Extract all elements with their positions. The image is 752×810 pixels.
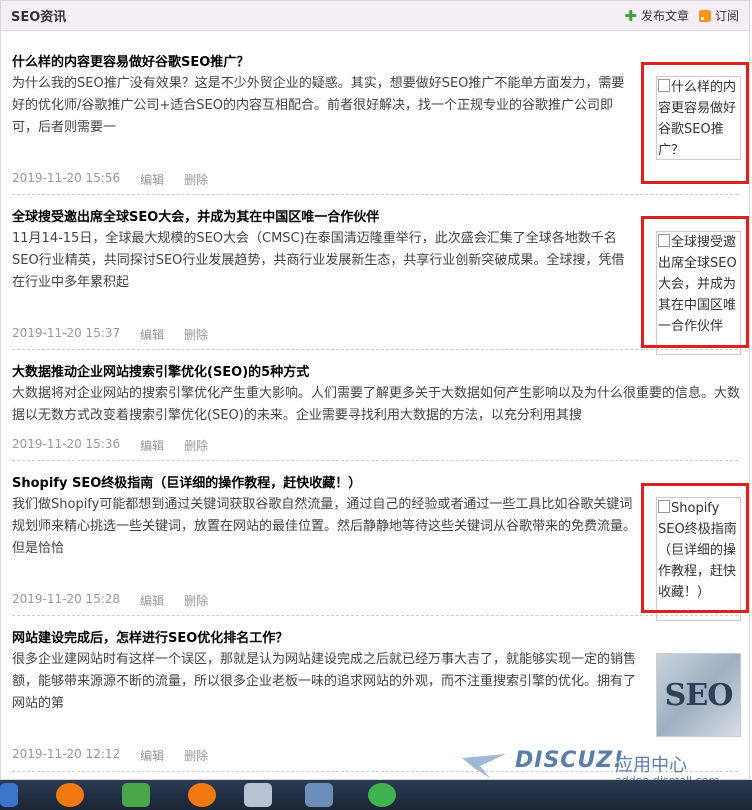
article-meta: 2019-11-20 15:36 编辑 删除 [12,437,228,454]
seo-news-panel: SEO资讯 ✚ 发布文章 订阅 什么样的内容更容易做好谷歌SEO推广？ 为什么我… [0,0,750,780]
edit-link[interactable]: 编辑 [140,437,164,454]
highlight-box [641,216,749,348]
article-title-link[interactable]: 什么样的内容更容易做好谷歌SEO推广？ [12,51,249,70]
subscribe-label: 订阅 [714,9,739,23]
calculator-icon[interactable] [244,783,272,807]
divider [12,194,738,195]
watermark-brand: DISCUZ! [515,748,625,773]
panel-title: SEO资讯 [11,10,67,25]
delete-link[interactable]: 删除 [184,747,208,764]
article-date: 2019-11-20 12:12 [12,747,121,761]
publish-article-link[interactable]: ✚ 发布文章 [624,7,689,24]
delete-link[interactable]: 删除 [184,592,208,609]
article-date: 2019-11-20 15:37 [12,326,121,340]
taskbar [0,780,752,810]
article-summary: 11月14-15日，全球最大规模的SEO大会（CMSC)在泰国清迈隆重举行，此次… [12,231,625,290]
delete-link[interactable]: 删除 [184,437,208,454]
article-meta: 2019-11-20 12:12 编辑 删除 [12,747,228,764]
delete-link[interactable]: 删除 [184,326,208,343]
article-date: 2019-11-20 15:28 [12,592,121,606]
highlight-box [641,483,749,613]
delete-link[interactable]: 删除 [184,171,208,188]
header-actions: ✚ 发布文章 订阅 [624,7,739,24]
highlight-box [641,62,749,184]
browser-icon[interactable] [188,783,216,807]
start-icon[interactable] [0,783,18,807]
rss-icon [698,9,711,22]
edit-link[interactable]: 编辑 [140,592,164,609]
edit-link[interactable]: 编辑 [140,326,164,343]
browser-icon[interactable] [56,783,84,807]
divider [12,460,738,461]
article-meta: 2019-11-20 15:28 编辑 删除 [12,592,228,609]
article-summary: 为什么我的SEO推广没有效果？这是不少外贸企业的疑惑。其实，想要做好SEO推广不… [12,76,625,135]
plus-icon: ✚ [624,6,637,25]
article-meta: 2019-11-20 15:56 编辑 删除 [12,171,228,188]
thumbnail-seo-text: SEO [664,677,734,713]
image-viewer-icon[interactable] [305,783,333,807]
publish-article-label: 发布文章 [640,9,689,23]
article-thumbnail-image[interactable]: SEO [656,653,741,737]
divider [12,615,738,616]
spreadsheet-icon[interactable] [122,783,150,807]
panel-header: SEO资讯 ✚ 发布文章 订阅 [1,1,749,31]
wechat-icon[interactable] [368,783,396,807]
bird-logo-icon [462,754,506,778]
edit-link[interactable]: 编辑 [140,171,164,188]
article-meta: 2019-11-20 15:37 编辑 删除 [12,326,228,343]
divider [12,349,738,350]
subscribe-link[interactable]: 订阅 [698,7,739,24]
article-title-link[interactable]: Shopify SEO终极指南（巨详细的操作教程，赶快收藏！） [12,472,361,491]
article-summary: 我们做Shopify可能都想到通过关键词获取谷歌自然流量，通过自己的经验或者通过… [12,497,637,556]
article-summary: 很多企业建网站时有这样一个误区，那就是认为网站建设完成之后就已经万事大吉了，就能… [12,652,637,711]
article-date: 2019-11-20 15:56 [12,171,121,185]
edit-link[interactable]: 编辑 [140,747,164,764]
article-title-link[interactable]: 网站建设完成后，怎样进行SEO优化排名工作？ [12,627,288,646]
article-date: 2019-11-20 15:36 [12,437,121,451]
article-title-link[interactable]: 全球搜受邀出席全球SEO大会，并成为其在中国区唯一合作伙伴 [12,206,379,225]
article-summary: 大数据将对企业网站的搜索引擎优化产生重大影响。人们需要了解更多关于大数据如何产生… [12,386,741,423]
article-title-link[interactable]: 大数据推动企业网站搜索引擎优化(SEO)的5种方式 [12,361,309,380]
